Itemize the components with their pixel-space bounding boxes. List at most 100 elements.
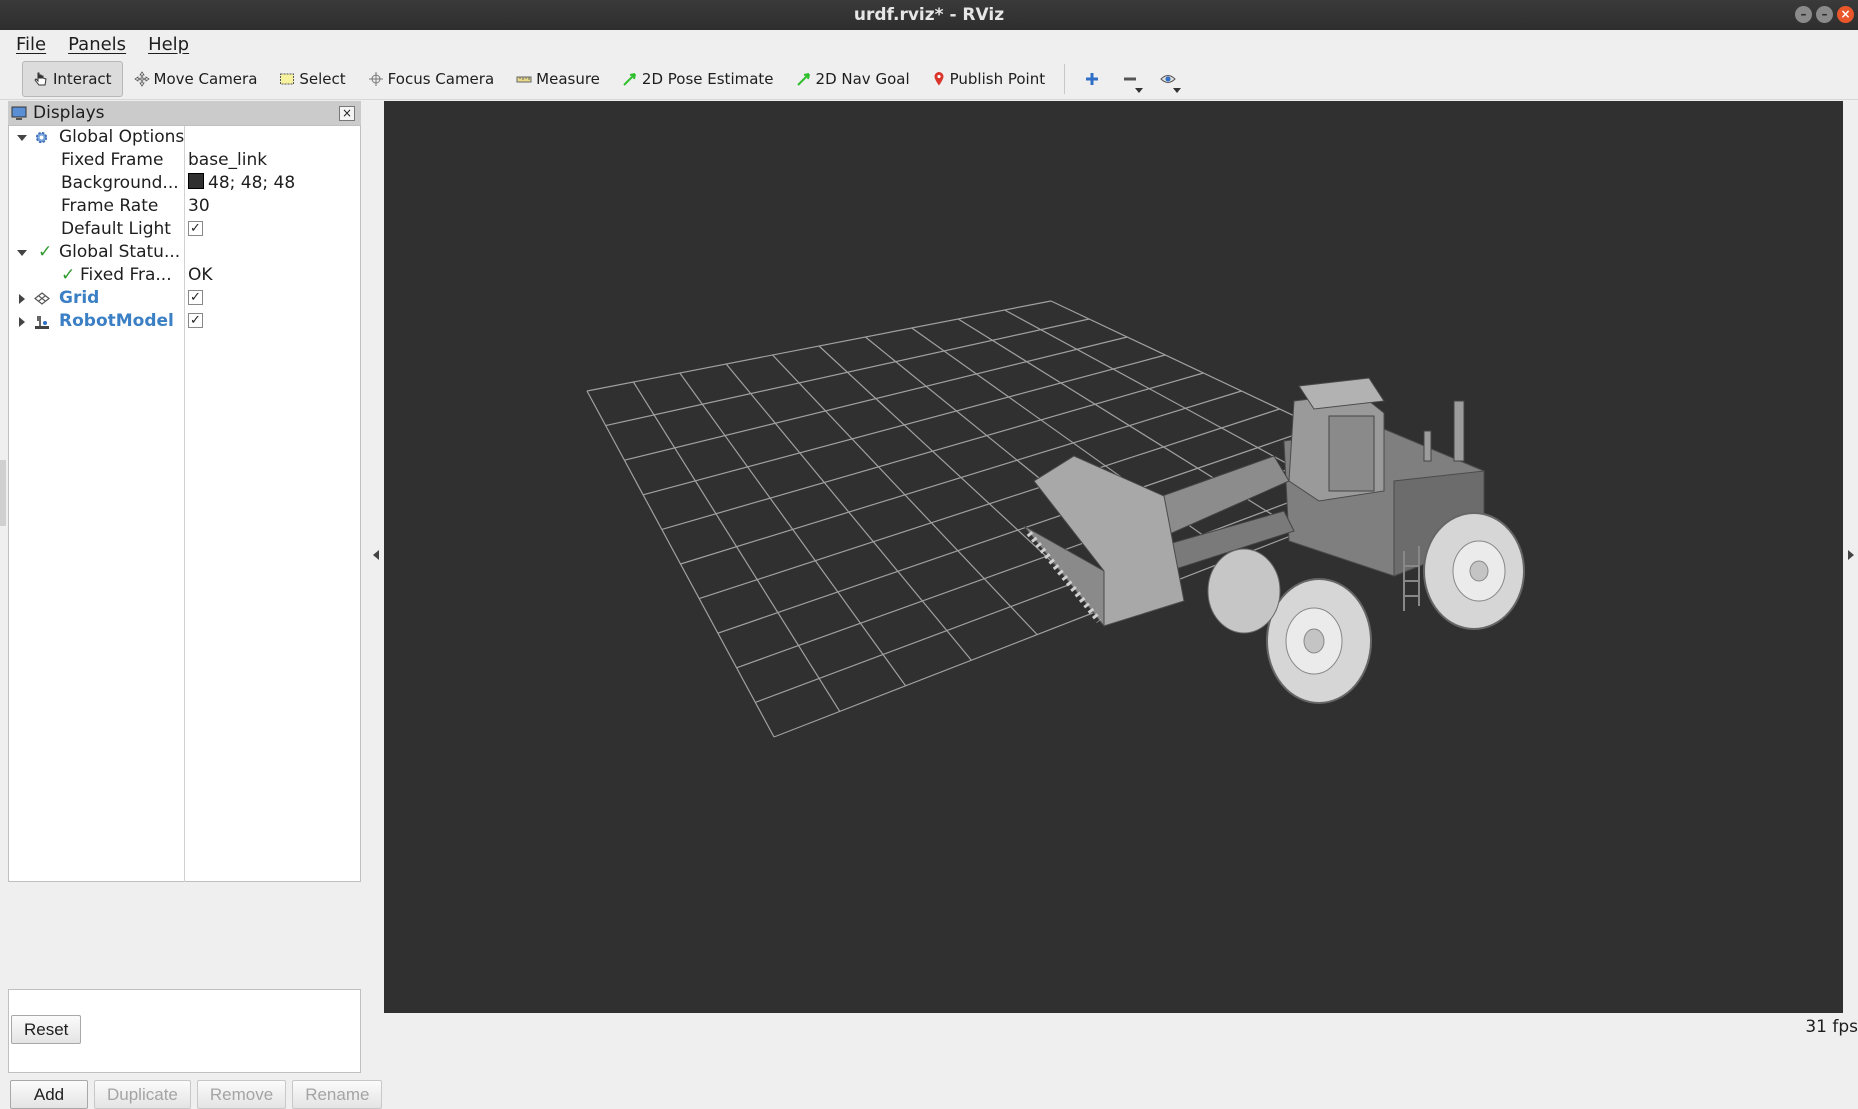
nav-goal-label: 2D Nav Goal	[815, 69, 910, 88]
menu-file[interactable]: File	[12, 34, 50, 55]
default-light-label: Default Light	[61, 219, 171, 239]
publish-point-tool-button[interactable]: Publish Point	[921, 61, 1056, 97]
fixed-frame-status-value: OK	[188, 265, 213, 285]
green-arrow-icon	[623, 72, 636, 86]
background-value-cell[interactable]: 48; 48; 48	[188, 172, 295, 195]
default-light-value: ✓	[188, 218, 203, 241]
focus-camera-tool-button[interactable]: Focus Camera	[357, 61, 505, 97]
scene-svg	[586, 300, 1525, 738]
tree-row-fixed-frame-status[interactable]: ✓ Fixed Fra... OK	[9, 264, 360, 287]
eye-icon	[1160, 74, 1176, 83]
move-arrows-icon	[133, 70, 150, 87]
tree-row-background[interactable]: Background... 48; 48; 48	[9, 172, 360, 195]
tree-row-global-status[interactable]: ✓ Global Statu...	[9, 241, 360, 264]
tree-row-frame-rate[interactable]: Frame Rate 30	[9, 195, 360, 218]
tree-row-grid[interactable]: Grid ✓	[9, 287, 360, 310]
focus-camera-label: Focus Camera	[387, 69, 495, 88]
view-tool-button[interactable]	[1149, 61, 1187, 97]
left-dock-handle[interactable]	[0, 460, 6, 526]
frame-rate-value[interactable]: 30	[188, 195, 210, 218]
toolbar-separator	[1064, 63, 1066, 94]
window-title: urdf.rviz* - RViz	[853, 5, 1005, 25]
expand-right-icon[interactable]	[19, 294, 25, 304]
fixed-frame-label: Fixed Frame	[61, 150, 164, 170]
maximize-button[interactable]: –	[1816, 6, 1833, 23]
global-status-label: Global Statu...	[59, 242, 181, 262]
expand-right-icon[interactable]	[19, 317, 25, 327]
default-light-checkbox[interactable]: ✓	[188, 220, 203, 236]
tree-row-fixed-frame[interactable]: Fixed Frame base_link	[9, 149, 360, 172]
measure-tool-button[interactable]: Measure	[505, 61, 611, 97]
pose-estimate-label: 2D Pose Estimate	[641, 69, 774, 88]
status-ok-check-icon: ✓	[61, 265, 76, 285]
chevron-down-icon	[1173, 87, 1182, 93]
add-display-button[interactable]: Add	[10, 1080, 88, 1109]
move-camera-label: Move Camera	[153, 69, 258, 88]
focus-crosshair-icon	[368, 71, 383, 86]
remove-display-button[interactable]: Remove	[196, 1080, 287, 1109]
global-options-label: Global Options	[59, 127, 185, 147]
window-titlebar: urdf.rviz* - RViz – – ×	[0, 0, 1858, 30]
green-arrow-icon	[796, 72, 810, 86]
robot-model-enabled-checkbox[interactable]: ✓	[188, 312, 203, 328]
collapse-right-arrow-icon[interactable]	[1848, 550, 1854, 560]
chevron-down-icon	[1135, 87, 1144, 93]
close-icon[interactable]: ×	[339, 105, 355, 121]
interact-tool-button[interactable]: Interact	[22, 60, 123, 97]
displays-tree: Global Options Fixed Frame base_link Bac…	[8, 125, 361, 882]
grid-enabled-value: ✓	[188, 287, 203, 310]
nav-goal-tool-button[interactable]: 2D Nav Goal	[785, 61, 921, 97]
displays-panel-header: Displays ×	[8, 101, 361, 125]
robot-model-enabled-value: ✓	[188, 310, 203, 333]
ruler-icon	[516, 76, 532, 82]
background-color-swatch[interactable]	[188, 173, 204, 189]
plus-icon	[1086, 72, 1099, 85]
move-camera-tool-button[interactable]: Move Camera	[123, 61, 269, 97]
monitor-icon	[11, 106, 27, 120]
tree-row-robot-model[interactable]: RobotModel ✓	[9, 310, 360, 333]
status-ok-check-icon: ✓	[38, 242, 53, 262]
tools-toolbar: Interact Move Camera Select Focus Camera…	[0, 58, 1858, 100]
render-viewport[interactable]	[384, 101, 1843, 1013]
grid-icon	[34, 292, 50, 305]
menu-bar: File Panels Help	[0, 30, 1858, 58]
wheel-loader-robot-model	[1023, 377, 1525, 704]
frame-rate-label: Frame Rate	[61, 196, 159, 216]
interact-label: Interact	[53, 69, 112, 88]
grid-enabled-checkbox[interactable]: ✓	[188, 289, 203, 305]
select-label: Select	[299, 69, 346, 88]
pose-estimate-tool-button[interactable]: 2D Pose Estimate	[611, 61, 785, 97]
gear-icon	[35, 131, 48, 144]
background-label: Background...	[61, 173, 179, 193]
duplicate-display-button[interactable]: Duplicate	[94, 1080, 191, 1109]
add-tool-button[interactable]	[1073, 61, 1111, 97]
menu-help[interactable]: Help	[144, 34, 193, 55]
expand-down-icon[interactable]	[17, 250, 27, 256]
close-window-button[interactable]: ×	[1837, 6, 1854, 23]
displays-panel: Displays × Global Options Fixed Frame ba…	[8, 101, 383, 1109]
menu-panels[interactable]: Panels	[64, 34, 130, 55]
displays-button-row: Add Duplicate Remove Rename	[10, 1080, 383, 1109]
displays-panel-title: Displays	[33, 103, 105, 123]
minus-icon	[1124, 77, 1137, 80]
rename-display-button[interactable]: Rename	[292, 1080, 383, 1109]
fps-readout: 31 fps	[1805, 1017, 1858, 1037]
robot-icon	[35, 316, 49, 329]
minimize-button[interactable]: –	[1795, 6, 1812, 23]
tree-row-default-light[interactable]: Default Light ✓	[9, 218, 360, 241]
select-rectangle-icon	[280, 73, 295, 84]
window-controls: – – ×	[1795, 6, 1854, 23]
fixed-frame-status-label: Fixed Fra...	[80, 265, 172, 285]
fixed-frame-value[interactable]: base_link	[188, 149, 267, 172]
expand-down-icon[interactable]	[17, 135, 27, 141]
collapse-left-arrow-icon[interactable]	[373, 550, 379, 560]
grid-display-label: Grid	[59, 288, 100, 308]
robot-model-display-label: RobotModel	[59, 311, 174, 331]
remove-tool-button[interactable]	[1111, 61, 1149, 97]
measure-label: Measure	[536, 69, 600, 88]
tree-row-global-options[interactable]: Global Options	[9, 126, 360, 149]
status-bar: 31 fps	[0, 1013, 1858, 1045]
background-value: 48; 48; 48	[208, 173, 296, 193]
publish-point-label: Publish Point	[949, 69, 1046, 88]
select-tool-button[interactable]: Select	[268, 61, 356, 97]
